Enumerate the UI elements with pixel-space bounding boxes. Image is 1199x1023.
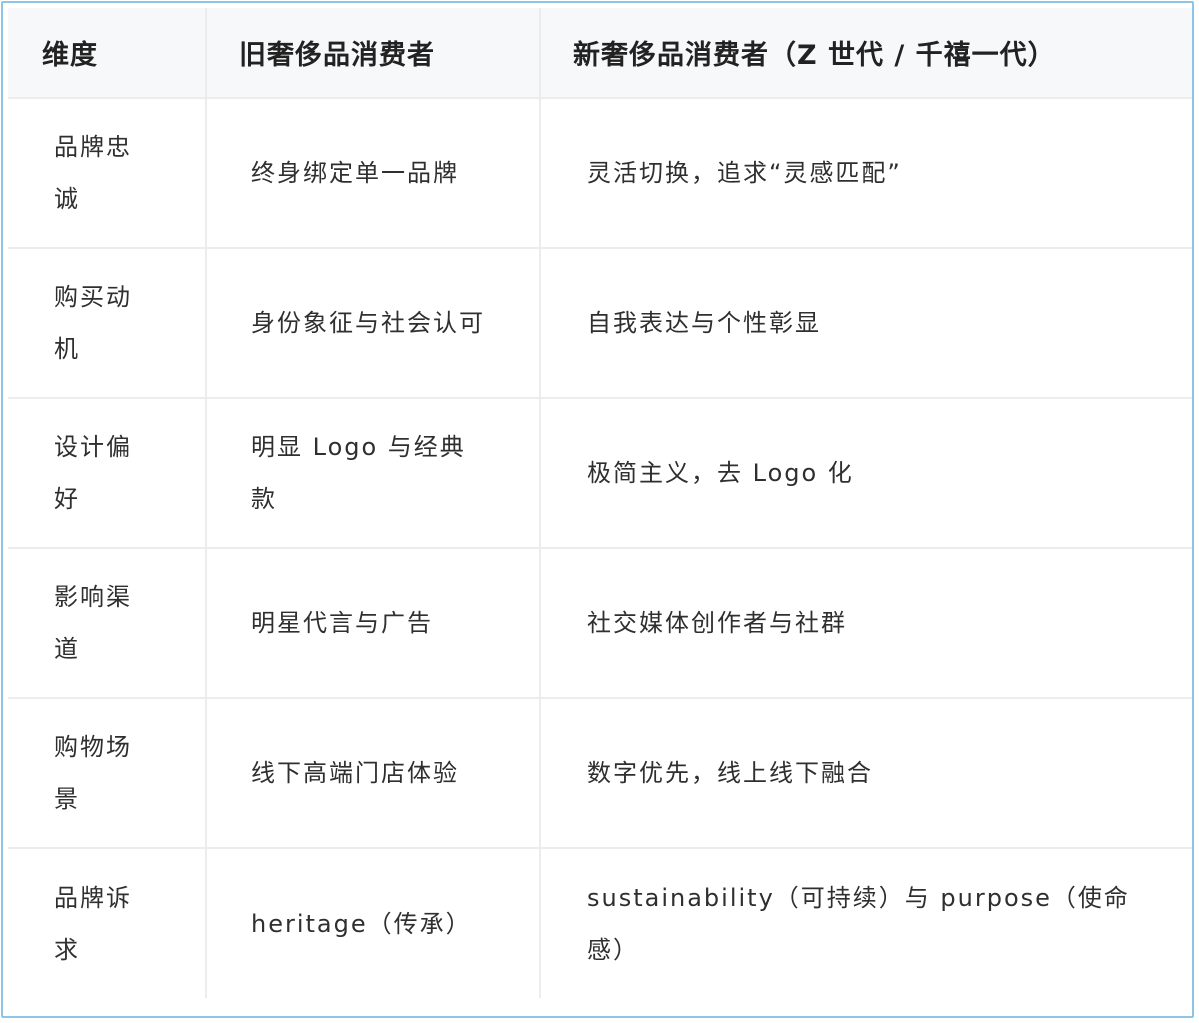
table-row: 购买动机 身份象征与社会认可 自我表达与个性彰显	[8, 248, 1192, 399]
cell-dimension: 购物场景	[8, 698, 207, 849]
table-row: 影响渠道 明星代言与广告 社交媒体创作者与社群	[8, 548, 1192, 699]
header-dimension: 维度	[8, 8, 207, 99]
table-header-row: 维度 旧奢侈品消费者 新奢侈品消费者（Z 世代 / 千禧一代）	[8, 8, 1192, 99]
header-old-consumer: 旧奢侈品消费者	[206, 8, 541, 99]
cell-dimension: 购买动机	[8, 248, 207, 399]
cell-new-consumer: 灵活切换，追求“灵感匹配”	[540, 98, 1192, 249]
cell-old-consumer: heritage（传承）	[206, 848, 541, 998]
cell-old-consumer: 线下高端门店体验	[206, 698, 541, 849]
table-row: 设计偏好 明显 Logo 与经典款 极简主义，去 Logo 化	[8, 398, 1192, 549]
table-row: 品牌忠诚 终身绑定单一品牌 灵活切换，追求“灵感匹配”	[8, 98, 1192, 249]
cell-old-consumer: 明星代言与广告	[206, 548, 541, 699]
cell-dimension: 影响渠道	[8, 548, 207, 699]
table-row: 品牌诉求 heritage（传承） sustainability（可持续）与 p…	[8, 848, 1192, 998]
cell-new-consumer: 社交媒体创作者与社群	[540, 548, 1192, 699]
cell-dimension: 品牌忠诚	[8, 98, 207, 249]
cell-dimension: 设计偏好	[8, 398, 207, 549]
table-frame: 维度 旧奢侈品消费者 新奢侈品消费者（Z 世代 / 千禧一代） 品牌忠诚 终身绑…	[1, 1, 1194, 1018]
cell-old-consumer: 明显 Logo 与经典款	[206, 398, 541, 549]
cell-new-consumer: 极简主义，去 Logo 化	[540, 398, 1192, 549]
cell-old-consumer: 终身绑定单一品牌	[206, 98, 541, 249]
cell-new-consumer: 数字优先，线上线下融合	[540, 698, 1192, 849]
comparison-table: 维度 旧奢侈品消费者 新奢侈品消费者（Z 世代 / 千禧一代） 品牌忠诚 终身绑…	[8, 8, 1192, 998]
header-new-consumer: 新奢侈品消费者（Z 世代 / 千禧一代）	[540, 8, 1192, 99]
cell-new-consumer: sustainability（可持续）与 purpose（使命感）	[587, 883, 1130, 964]
cell-new-consumer: 自我表达与个性彰显	[540, 248, 1192, 399]
cell-dimension: 品牌诉求	[8, 848, 207, 998]
cell-old-consumer: 身份象征与社会认可	[206, 248, 541, 399]
table-row: 购物场景 线下高端门店体验 数字优先，线上线下融合	[8, 698, 1192, 849]
